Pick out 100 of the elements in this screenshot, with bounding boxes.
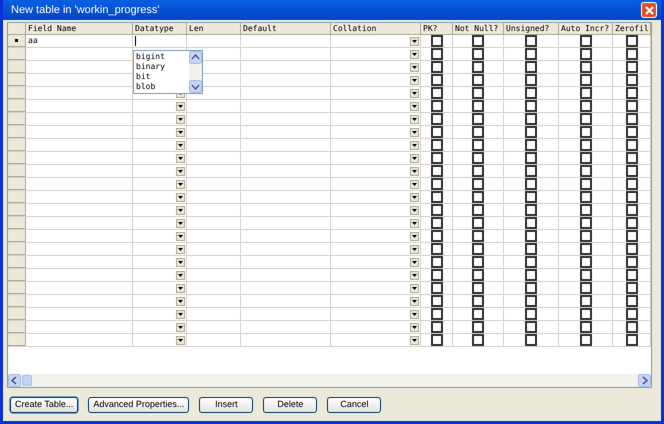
dropdown-arrow-icon[interactable] [410, 244, 419, 254]
checkbox[interactable] [525, 74, 537, 86]
checkbox[interactable] [525, 243, 537, 255]
checkbox[interactable] [626, 35, 638, 47]
dropdown-arrow-icon[interactable] [176, 128, 185, 136]
checkbox[interactable] [430, 74, 442, 86]
checkbox[interactable] [580, 217, 592, 229]
dropdown-arrow-icon[interactable] [410, 192, 419, 202]
checkbox[interactable] [472, 282, 484, 294]
checkbox[interactable] [626, 334, 638, 346]
checkbox[interactable] [626, 269, 638, 281]
checkbox[interactable] [626, 217, 638, 229]
scroll-down-icon[interactable] [189, 80, 202, 93]
checkbox[interactable] [430, 178, 442, 190]
dropdown-arrow-icon[interactable] [410, 284, 419, 292]
checkbox[interactable] [525, 48, 537, 60]
checkbox[interactable] [626, 61, 638, 73]
checkbox[interactable] [626, 243, 638, 255]
dropdown-arrow-icon[interactable] [176, 192, 185, 202]
checkbox[interactable] [626, 87, 638, 99]
checkbox[interactable] [525, 87, 537, 99]
checkbox[interactable] [626, 113, 638, 125]
checkbox[interactable] [430, 126, 442, 138]
checkbox[interactable] [626, 308, 638, 320]
checkbox[interactable] [472, 74, 484, 86]
checkbox[interactable] [580, 321, 592, 333]
checkbox[interactable] [430, 35, 442, 47]
checkbox[interactable] [430, 321, 442, 333]
checkbox[interactable] [580, 204, 592, 216]
checkbox[interactable] [472, 100, 484, 112]
checkbox[interactable] [626, 100, 638, 112]
checkbox[interactable] [430, 165, 442, 177]
dropdown-arrow-icon[interactable] [176, 180, 185, 188]
column-header[interactable]: Auto Incr? [559, 23, 613, 34]
dropdown-arrow-icon[interactable] [410, 180, 419, 188]
checkbox[interactable] [525, 113, 537, 125]
checkbox[interactable] [430, 334, 442, 346]
checkbox[interactable] [430, 191, 442, 203]
checkbox[interactable] [580, 113, 592, 125]
checkbox[interactable] [580, 334, 592, 346]
dropdown-arrow-icon[interactable] [410, 36, 419, 46]
checkbox[interactable] [626, 139, 638, 151]
close-button[interactable] [641, 2, 657, 18]
checkbox[interactable] [430, 61, 442, 73]
checkbox[interactable] [580, 282, 592, 294]
checkbox[interactable] [626, 48, 638, 60]
checkbox[interactable] [525, 308, 537, 320]
dropdown-arrow-icon[interactable] [176, 336, 185, 344]
dropdown-arrow-icon[interactable] [410, 296, 419, 306]
dropdown-arrow-icon[interactable] [176, 166, 185, 176]
checkbox[interactable] [580, 191, 592, 203]
checkbox[interactable] [472, 113, 484, 125]
dropdown-arrow-icon[interactable] [176, 206, 185, 214]
checkbox[interactable] [472, 217, 484, 229]
scroll-up-icon[interactable] [189, 51, 202, 64]
dropdown-arrow-icon[interactable] [410, 218, 419, 228]
checkbox[interactable] [580, 178, 592, 190]
dropdown-arrow-icon[interactable] [176, 322, 185, 332]
checkbox[interactable] [580, 126, 592, 138]
dropdown-arrow-icon[interactable] [410, 322, 419, 332]
dropdown-arrow-icon[interactable] [176, 284, 185, 292]
checkbox[interactable] [580, 152, 592, 164]
checkbox[interactable] [472, 35, 484, 47]
checkbox[interactable] [626, 295, 638, 307]
checkbox[interactable] [472, 165, 484, 177]
checkbox[interactable] [430, 152, 442, 164]
dropdown-arrow-icon[interactable] [410, 232, 419, 240]
checkbox[interactable] [580, 100, 592, 112]
checkbox[interactable] [472, 139, 484, 151]
checkbox[interactable] [525, 321, 537, 333]
dropdown-arrow-icon[interactable] [176, 232, 185, 240]
checkbox[interactable] [525, 191, 537, 203]
checkbox[interactable] [472, 152, 484, 164]
checkbox[interactable] [430, 308, 442, 320]
dropdown-arrow-icon[interactable] [410, 114, 419, 124]
checkbox[interactable] [472, 295, 484, 307]
checkbox[interactable] [430, 204, 442, 216]
checkbox[interactable] [430, 100, 442, 112]
dialog-button[interactable]: Insert [199, 397, 254, 413]
checkbox[interactable] [430, 217, 442, 229]
column-header[interactable]: Zerofil [613, 23, 651, 34]
checkbox[interactable] [430, 139, 442, 151]
checkbox[interactable] [580, 74, 592, 86]
checkbox[interactable] [472, 230, 484, 242]
dropdown-item[interactable]: blob [134, 82, 189, 92]
checkbox[interactable] [626, 230, 638, 242]
field-name-cell[interactable]: aa [26, 35, 133, 47]
checkbox[interactable] [580, 295, 592, 307]
checkbox[interactable] [580, 87, 592, 99]
checkbox[interactable] [525, 178, 537, 190]
dropdown-arrow-icon[interactable] [176, 102, 185, 110]
checkbox[interactable] [525, 334, 537, 346]
checkbox[interactable] [580, 230, 592, 242]
checkbox[interactable] [472, 256, 484, 268]
checkbox[interactable] [430, 282, 442, 294]
checkbox[interactable] [430, 295, 442, 307]
checkbox[interactable] [525, 295, 537, 307]
checkbox[interactable] [525, 217, 537, 229]
checkbox[interactable] [525, 152, 537, 164]
dropdown-arrow-icon[interactable] [176, 218, 185, 228]
